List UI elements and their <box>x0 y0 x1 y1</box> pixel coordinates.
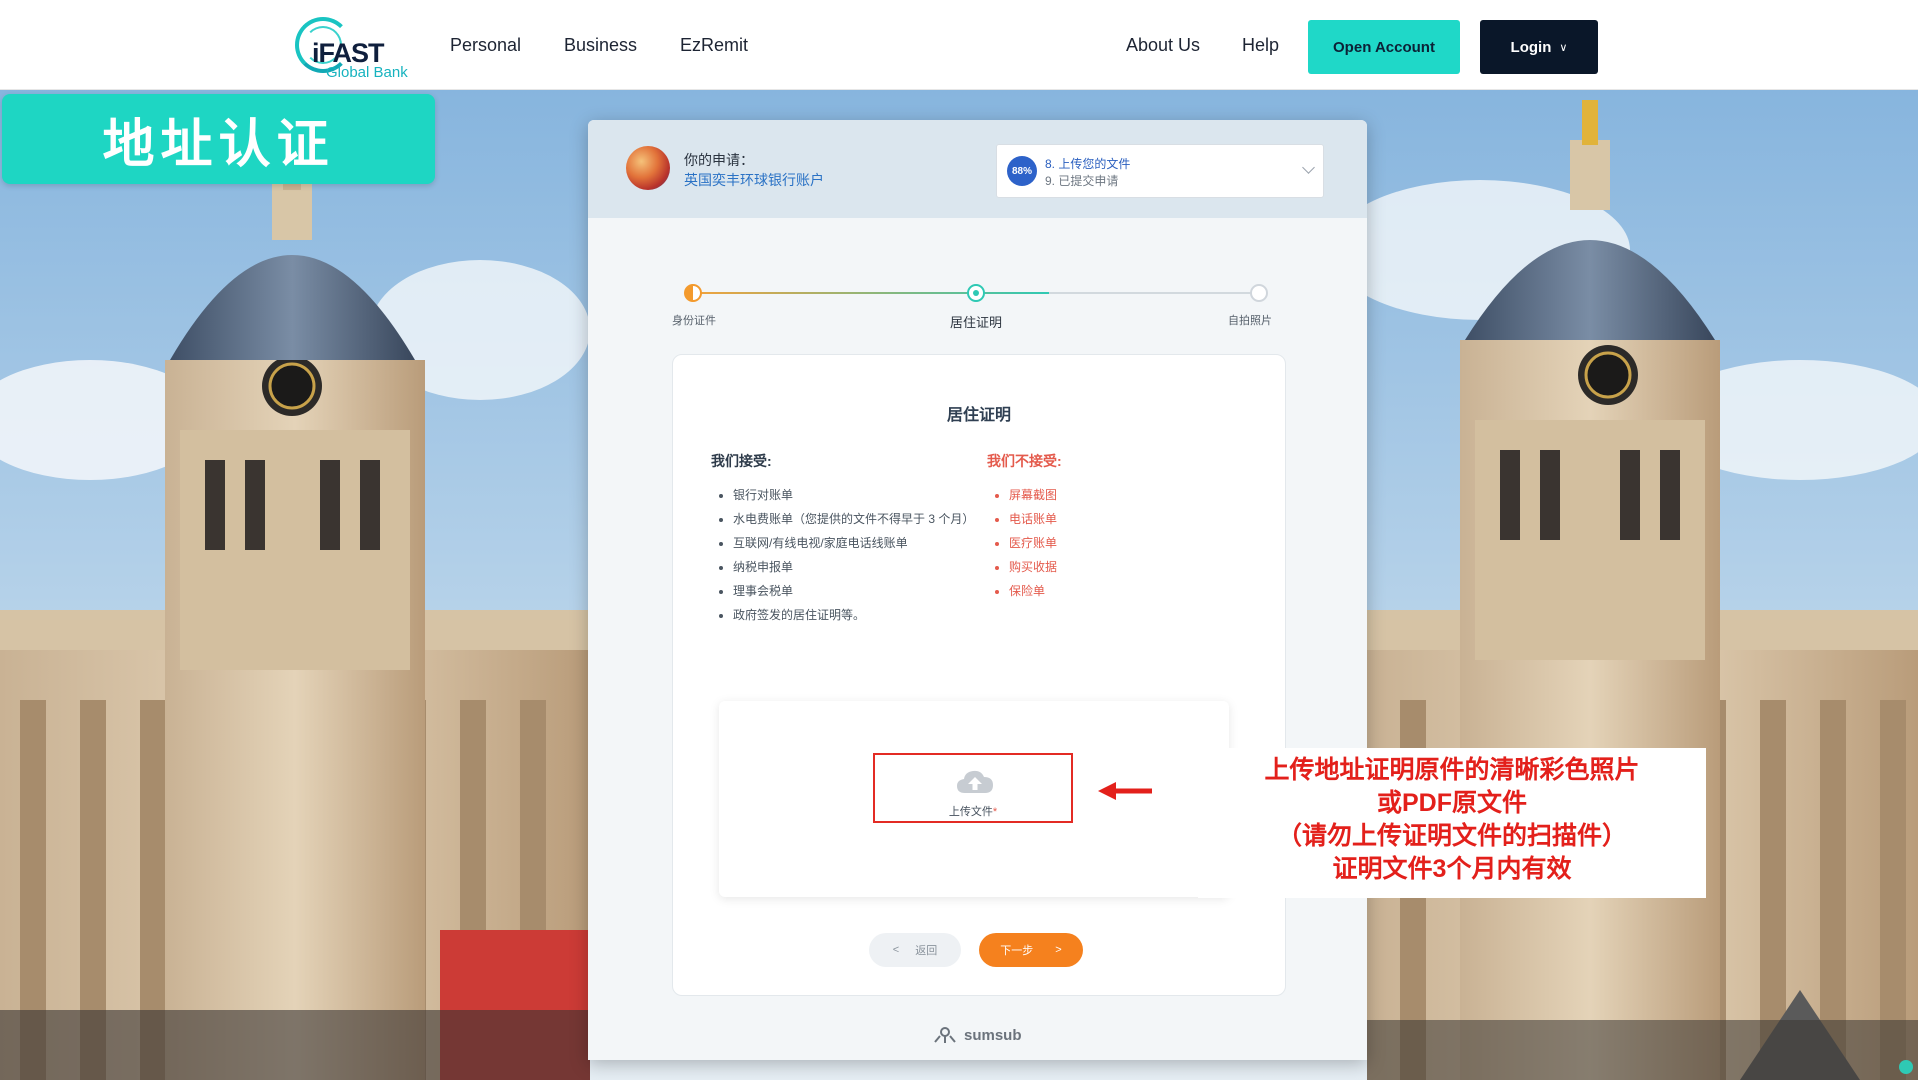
list-item: 保险单 <box>1009 579 1057 603</box>
accepted-heading: 我们接受: <box>711 453 772 469</box>
note-line: 证明文件3个月内有效 <box>1332 855 1572 883</box>
note-line: 或PDF原文件 <box>1376 789 1527 817</box>
sumsub-label: sumsub <box>964 1026 1022 1044</box>
step-label-residence: 居住证明 <box>950 315 1003 330</box>
upload-instruction-note: 上传地址证明原件的清晰彩色照片 或PDF原文件 （请勿上传证明文件的扫描件） 证… <box>1198 748 1706 898</box>
card-title: 居住证明 <box>946 407 1011 424</box>
powered-by-sumsub: sumsub <box>932 1026 1022 1044</box>
accepted-list: 银行对账单 水电费账单（您提供的文件不得早于 3 个月） 互联网/有线电视/家庭… <box>713 483 974 627</box>
address-verification-badge: 地址认证 <box>2 94 435 184</box>
upload-file-label: 上传文件* <box>948 806 998 818</box>
verification-panel: 你的申请： 英国奕丰环球银行账户 88% 8. 上传您的文件 9. 已提交申请 … <box>588 120 1367 1060</box>
step-label-selfie: 自拍照片 <box>1228 315 1272 327</box>
list-item: 政府签发的居住证明等。 <box>733 603 974 627</box>
list-item: 水电费账单（您提供的文件不得早于 3 个月） <box>733 507 974 531</box>
back-button[interactable]: < 返回 <box>869 933 961 967</box>
nav-about-us[interactable]: About Us <box>1126 35 1200 56</box>
top-navigation-bar: iFAST Global Bank Personal Business EzRe… <box>0 0 1918 90</box>
sumsub-logo-icon <box>934 1027 956 1043</box>
ifast-logo[interactable]: iFAST Global Bank <box>292 14 422 81</box>
chat-widget-icon[interactable] <box>1899 1060 1913 1074</box>
list-item: 互联网/有线电视/家庭电话线账单 <box>733 531 974 555</box>
step-dot-identity <box>684 284 702 302</box>
cloud-upload-icon <box>957 770 993 793</box>
list-item: 购买收据 <box>1009 555 1057 579</box>
rejected-heading: 我们不接受: <box>987 453 1062 469</box>
current-step-text: 8. 上传您的文件 <box>1045 157 1131 171</box>
list-item: 电话账单 <box>1009 507 1057 531</box>
list-item: 纳税申报单 <box>733 555 974 579</box>
red-arrow-left-icon <box>1098 782 1152 800</box>
required-asterisk: * <box>992 806 998 818</box>
login-button[interactable]: Login ∨ <box>1480 20 1598 74</box>
nav-ezremit[interactable]: EzRemit <box>680 35 748 56</box>
step-label-identity: 身份证件 <box>672 315 716 327</box>
nav-personal[interactable]: Personal <box>450 35 521 56</box>
progress-percent-badge: 88% <box>1007 156 1037 186</box>
next-label: 下一步 <box>1000 945 1034 957</box>
nav-business[interactable]: Business <box>564 35 637 56</box>
upload-file-button[interactable]: 上传文件* <box>873 753 1073 823</box>
proof-of-residence-card: 居住证明 我们接受: 我们不接受: 银行对账单 水电费账单（您提供的文件不得早于… <box>672 354 1286 996</box>
application-avatar-icon <box>626 146 670 190</box>
nav-help[interactable]: Help <box>1242 35 1279 56</box>
login-label: Login <box>1510 38 1552 56</box>
chevron-right-icon: > <box>1055 944 1062 956</box>
rejected-list: 屏幕截图 电话账单 医疗账单 购买收据 保险单 <box>989 483 1057 603</box>
chevron-down-icon: ∨ <box>1559 41 1568 54</box>
chevron-down-icon <box>1302 161 1315 174</box>
next-button[interactable]: 下一步 > <box>979 933 1083 967</box>
list-item: 屏幕截图 <box>1009 483 1057 507</box>
progress-track-fill <box>692 292 1049 294</box>
step-dot-residence <box>967 284 985 302</box>
note-line: （请勿上传证明文件的扫描件） <box>1276 822 1627 850</box>
logo-subtitle: Global Bank <box>326 64 408 81</box>
back-label: 返回 <box>915 945 938 957</box>
next-step-text: 9. 已提交申请 <box>1045 174 1119 188</box>
chevron-left-icon: < <box>892 944 900 956</box>
application-label: 你的申请： <box>684 152 754 168</box>
list-item: 理事会税单 <box>733 579 974 603</box>
step-dot-selfie <box>1250 284 1268 302</box>
note-line: 上传地址证明原件的清晰彩色照片 <box>1264 756 1640 784</box>
panel-header: 你的申请： 英国奕丰环球银行账户 88% 8. 上传您的文件 9. 已提交申请 <box>588 120 1367 218</box>
list-item: 医疗账单 <box>1009 531 1057 555</box>
step-dropdown[interactable]: 88% 8. 上传您的文件 9. 已提交申请 <box>996 144 1324 198</box>
open-account-button[interactable]: Open Account <box>1308 20 1460 74</box>
application-value: 英国奕丰环球银行账户 <box>684 172 824 188</box>
list-item: 银行对账单 <box>733 483 974 507</box>
